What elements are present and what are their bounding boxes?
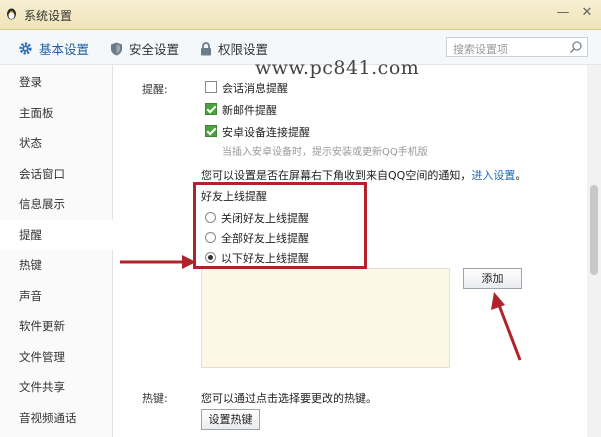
left-arrow <box>120 255 196 269</box>
right-arrow <box>491 292 522 361</box>
watermark-text: www.pc841.com <box>255 57 420 79</box>
